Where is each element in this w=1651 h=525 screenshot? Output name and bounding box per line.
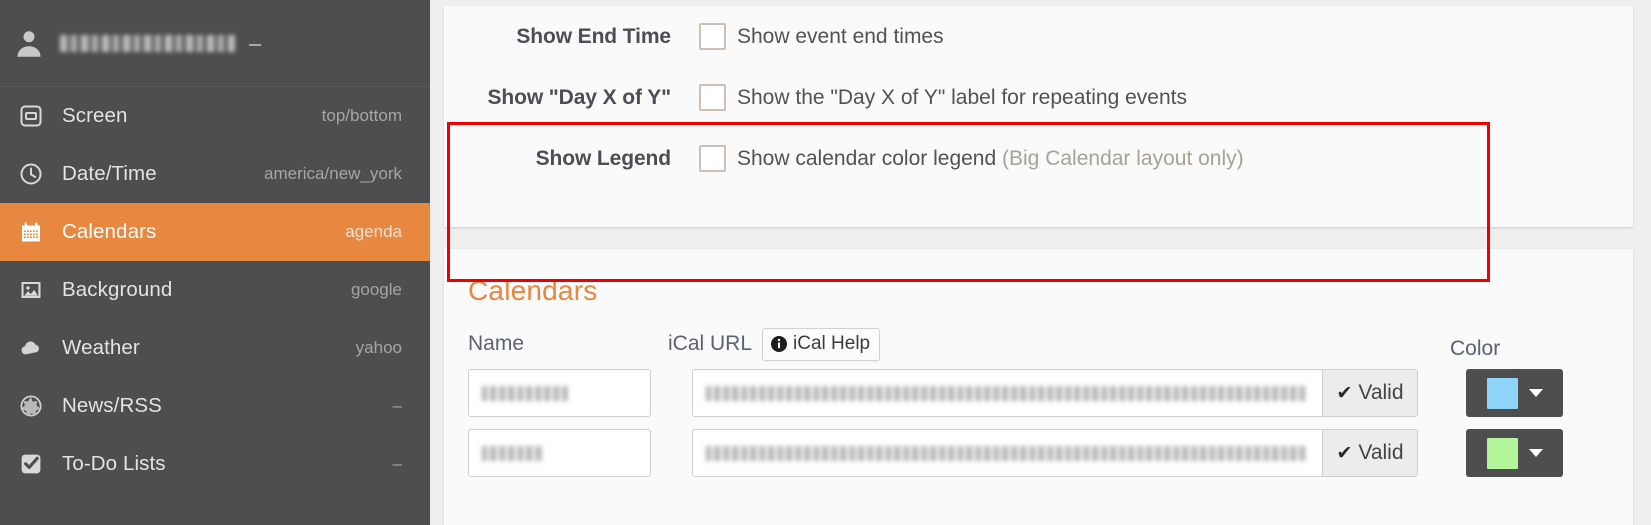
sidebar-item-weather[interactable]: Weather yahoo	[0, 319, 430, 377]
calendar-color-picker[interactable]	[1466, 369, 1563, 417]
sidebar-item-value: agenda	[345, 222, 402, 241]
sidebar-item-label: To-Do Lists	[62, 452, 166, 475]
sidebar-item-date-time[interactable]: Date/Time america/new_york	[0, 145, 430, 203]
checkbox-description: Show calendar color legend (Big Calendar…	[737, 146, 1244, 170]
image-icon	[18, 277, 44, 303]
sidebar-nav: Screen top/bottom Date/Time america/new_…	[0, 87, 430, 493]
calendars-rows: ✔ Valid ✔ Valid	[444, 351, 1633, 477]
sidebar-item-value: america/new_york	[264, 164, 402, 183]
sidebar-item-label: Date/Time	[62, 162, 157, 185]
sidebar-item-label: Background	[62, 278, 173, 301]
form-row-show-day-x-of-y: Show "Day X of Y" Show the "Day X of Y" …	[444, 67, 1633, 128]
calendar-name-value	[482, 445, 544, 461]
sidebar-item-value: google	[350, 280, 402, 299]
calendar-name-value	[482, 385, 568, 401]
status-label: Valid	[1358, 381, 1404, 404]
sidebar-item-label: Screen	[62, 104, 128, 127]
table-row: ✔ Valid	[468, 369, 1633, 417]
check-square-icon	[18, 451, 44, 477]
settings-screen: Screen top/bottom Date/Time america/new_…	[0, 0, 1651, 525]
field-label: Show End Time	[516, 24, 671, 48]
sidebar-item-todo-lists[interactable]: To-Do Lists –	[0, 435, 430, 493]
calendar-url-input[interactable]	[692, 429, 1322, 477]
checkbox-description: Show event end times	[737, 24, 944, 48]
show-day-x-of-y-checkbox[interactable]	[699, 84, 726, 111]
sidebar-item-value: top/bottom	[321, 106, 402, 125]
calendar-status-badge[interactable]: ✔ Valid	[1322, 369, 1418, 417]
sidebar-item-label: Calendars	[62, 220, 157, 243]
sidebar-item-value: –	[392, 396, 402, 415]
chevron-down-icon	[1528, 389, 1543, 397]
check-icon: ✔	[1336, 382, 1353, 404]
color-swatch	[1486, 437, 1518, 469]
table-row: ✔ Valid	[468, 429, 1633, 477]
sidebar-user-header[interactable]	[0, 0, 430, 87]
field-label: Show "Day X of Y"	[487, 85, 671, 109]
sidebar-item-label: News/RSS	[62, 394, 162, 417]
calendar-url-value	[706, 445, 1306, 461]
calendar-status-badge[interactable]: ✔ Valid	[1322, 429, 1418, 477]
globe-icon	[18, 393, 44, 419]
calendar-url-value	[706, 385, 1306, 401]
user-name	[60, 34, 235, 52]
sidebar-item-calendars[interactable]: Calendars agenda	[0, 203, 430, 261]
page-title: Calendars	[468, 275, 598, 306]
show-legend-checkbox[interactable]	[699, 145, 726, 172]
chevron-down-icon	[1528, 449, 1543, 457]
form-row-show-legend: Show Legend Show calendar color legend (…	[444, 128, 1633, 189]
sidebar-item-label: Weather	[62, 336, 140, 359]
sidebar-item-value: yahoo	[355, 338, 402, 357]
check-icon: ✔	[1336, 442, 1353, 464]
calendars-card: Calendars Name iCal URL iCal Help Color …	[444, 122, 1633, 525]
cloud-icon	[18, 335, 44, 361]
sidebar: Screen top/bottom Date/Time america/new_…	[0, 0, 430, 525]
calendar-color-picker[interactable]	[1466, 429, 1563, 477]
status-label: Valid	[1358, 441, 1404, 464]
display-options-card: Show End Time Show event end times Show …	[444, 6, 1633, 227]
clock-icon	[18, 161, 44, 187]
checkbox-hint: (Big Calendar layout only)	[1002, 146, 1244, 170]
sidebar-item-screen[interactable]: Screen top/bottom	[0, 87, 430, 145]
caret-icon	[249, 44, 261, 46]
sidebar-item-value: –	[392, 454, 402, 473]
checkbox-description: Show the "Day X of Y" label for repeatin…	[737, 85, 1187, 109]
screen-icon	[18, 103, 44, 129]
main-content: Show End Time Show event end times Show …	[430, 0, 1651, 525]
calendar-icon	[18, 219, 44, 245]
sidebar-item-background[interactable]: Background google	[0, 261, 430, 319]
color-swatch	[1486, 377, 1518, 409]
form-row-show-end-time: Show End Time Show event end times	[444, 6, 1633, 67]
calendar-name-input[interactable]	[468, 429, 651, 477]
show-end-time-checkbox[interactable]	[699, 23, 726, 50]
info-circle-icon	[771, 335, 788, 352]
field-label: Show Legend	[535, 146, 672, 170]
calendar-url-input[interactable]	[692, 369, 1322, 417]
calendars-table-header: Name iCal URL iCal Help Color	[444, 307, 1633, 361]
sidebar-item-news-rss[interactable]: News/RSS –	[0, 377, 430, 435]
user-avatar-icon	[14, 28, 44, 58]
calendar-name-input[interactable]	[468, 369, 651, 417]
